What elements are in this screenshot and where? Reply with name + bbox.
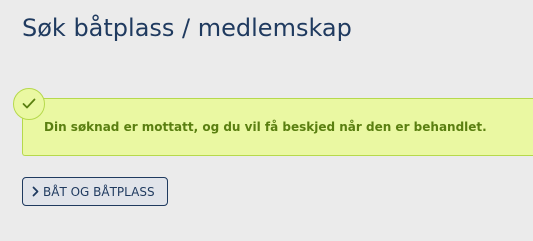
page-title: Søk båtplass / medlemskap bbox=[22, 14, 352, 42]
alert-message: Din søknad er mottatt, og du vil få besk… bbox=[44, 120, 487, 134]
boat-and-berth-button[interactable]: BÅT OG BÅTPLASS bbox=[22, 177, 168, 206]
boat-and-berth-button-label: BÅT OG BÅTPLASS bbox=[43, 184, 155, 199]
checkmark-icon bbox=[22, 98, 36, 109]
success-badge bbox=[13, 88, 45, 120]
chevron-right-icon bbox=[32, 186, 39, 197]
success-alert: Din søknad er mottatt, og du vil få besk… bbox=[22, 98, 533, 156]
